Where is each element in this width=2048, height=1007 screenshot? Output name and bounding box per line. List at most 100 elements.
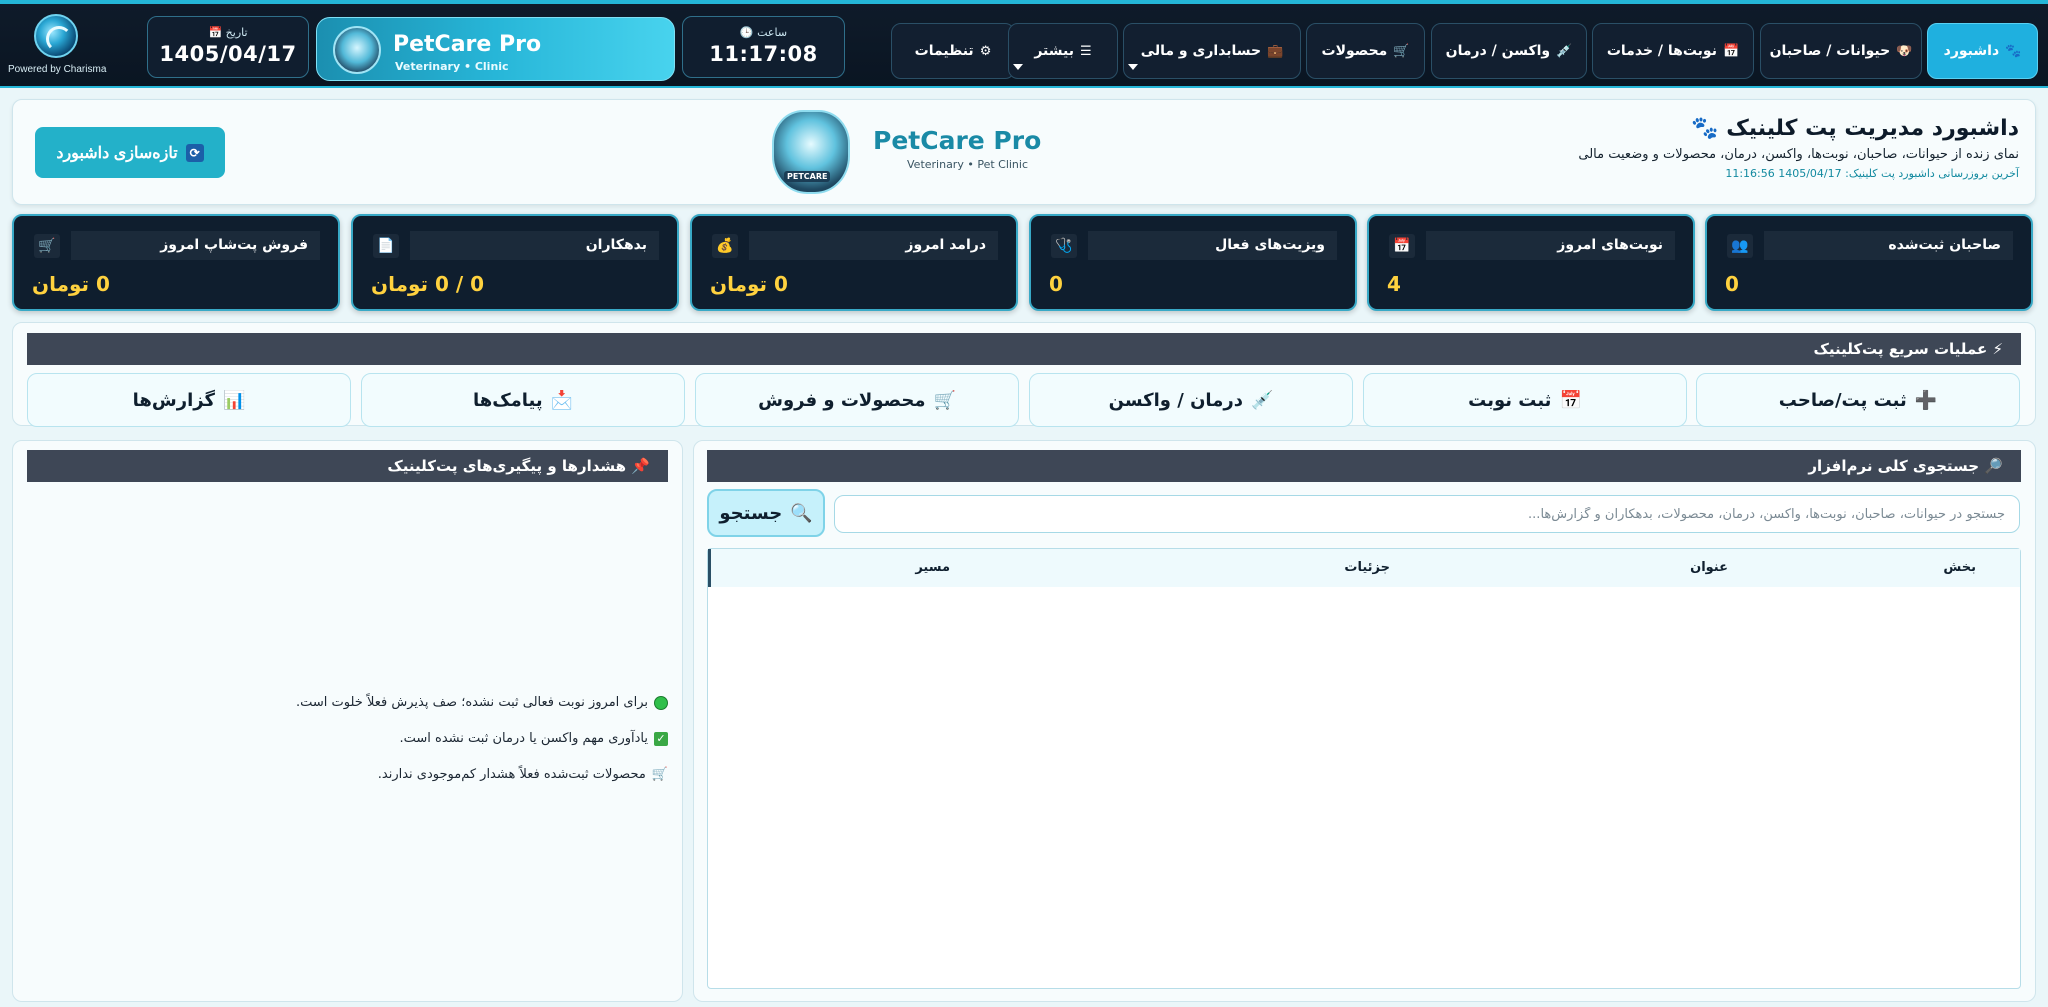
column-header-path: مسیر <box>915 560 950 575</box>
alert-text: محصولات ثبت‌شده فعلاً هشدار کم‌موجودی ند… <box>377 767 646 782</box>
reports-button[interactable]: 📊 گزارش‌ها <box>27 373 351 427</box>
header-text: داشبورد مدیریت پت کلینیک 🐾 نمای زنده از … <box>1578 116 2019 180</box>
stethoscope-icon: 🩺 <box>1051 234 1077 258</box>
center-brand-name: PetCare Pro <box>873 126 1042 155</box>
search-button[interactable]: 🔍 جستجو <box>707 489 825 537</box>
stat-card-debtors: بدهکاران 📄 0 / 0 تومان <box>351 214 679 311</box>
nav-label: واکسن / درمان <box>1445 43 1551 59</box>
nav-appointments[interactable]: 📅 نوبت‌ها / خدمات <box>1592 23 1754 79</box>
center-brand-subtitle: Veterinary • Pet Clinic <box>907 158 1029 171</box>
date-display: 📅 تاریخ 1405/04/17 <box>147 16 309 78</box>
stat-value: 0 تومان <box>710 272 788 296</box>
alert-text: برای امروز نوبت فعالی ثبت نشده؛ صف پذیرش… <box>296 695 648 710</box>
date-value: 1405/04/17 <box>159 42 297 66</box>
chevron-down-icon <box>1013 64 1023 70</box>
syringe-icon: 💉 <box>1556 43 1573 59</box>
search-icon: 🔍 <box>790 502 813 524</box>
quick-op-label: محصولات و فروش <box>758 389 926 411</box>
alerts-panel <box>12 440 683 1002</box>
nav-label: داشبورد <box>1943 43 2000 59</box>
refresh-dashboard-button[interactable]: ⟳ تازه‌سازی داشبورد <box>35 127 225 178</box>
quick-ops-title: عملیات سریع پت‌کلینیک <box>1813 340 1988 358</box>
swirl-logo-icon <box>34 14 78 58</box>
nav-accounting[interactable]: 💼 حسابداری و مالی <box>1123 23 1301 79</box>
table-header: بخش عنوان جزئیات مسیر <box>708 549 2020 587</box>
green-circle-icon <box>654 695 668 710</box>
charisma-logo: Powered by Charisma <box>8 14 107 84</box>
search-panel-title: جستجوی کلی نرم‌افزار <box>1808 457 1980 475</box>
stat-card-income: درامد امروز 💰 0 تومان <box>690 214 1018 311</box>
stat-label: صاحبان ثبت‌شده <box>1764 231 2013 260</box>
nav-label: نوبت‌ها / خدمات <box>1606 43 1717 59</box>
stat-value: 0 <box>1725 272 1739 296</box>
clock-display: 🕒 ساعت 11:17:08 <box>682 16 845 78</box>
lightning-icon: ⚡ <box>1992 340 2003 358</box>
calendar-icon: 📅 <box>208 26 223 39</box>
chevron-down-icon <box>1128 64 1138 70</box>
pin-icon: 📌 <box>631 457 650 475</box>
brand-subtitle: Veterinary • Clinic <box>395 60 509 73</box>
stat-card-petshop-sales: فروش پت‌شاپ امروز 🛒 0 تومان <box>12 214 340 311</box>
nav-label: حیوانات / صاحبان <box>1769 43 1891 59</box>
magnifier-icon: 🔎 <box>1984 457 2003 475</box>
clock-value: 11:17:08 <box>709 42 818 66</box>
nav-products[interactable]: 🛒 محصولات <box>1306 23 1425 79</box>
alert-text: یادآوری مهم واکسن یا درمان ثبت نشده است. <box>399 731 649 746</box>
powered-by-text: Powered by Charisma <box>8 64 107 75</box>
add-pet-owner-button[interactable]: ➕ ثبت پت/صاحب <box>1696 373 2020 427</box>
menu-icon: ☰ <box>1080 43 1092 59</box>
search-button-label: جستجو <box>719 502 783 524</box>
nav-more[interactable]: ☰ بیشتر <box>1008 23 1118 79</box>
global-search-input[interactable] <box>834 495 2020 533</box>
gear-icon: ⚙ <box>979 43 992 59</box>
nav-label: تنظیمات <box>914 43 974 59</box>
paw-icon: 🐾 <box>2005 43 2022 59</box>
stat-card-owners: صاحبان ثبت‌شده 👥 0 <box>1705 214 2033 311</box>
products-sales-button[interactable]: 🛒 محصولات و فروش <box>695 373 1019 427</box>
nav-label: بیشتر <box>1034 43 1074 59</box>
top-navbar: Powered by Charisma 📅 تاریخ 1405/04/17 P… <box>0 0 2048 88</box>
calendar-icon: 📅 <box>1559 389 1582 411</box>
nav-settings[interactable]: ⚙ تنظیمات <box>891 23 1015 79</box>
stat-card-appointments: نوبت‌های امروز 📅 4 <box>1367 214 1695 311</box>
money-bag-icon: 💰 <box>712 234 738 258</box>
alert-item: برای امروز نوبت فعالی ثبت نشده؛ صف پذیرش… <box>296 695 668 710</box>
clock-caption: ساعت <box>757 26 788 39</box>
calendar-icon: 📅 <box>1722 43 1740 59</box>
center-brand: PetCare Pro Veterinary • Pet Clinic <box>873 126 1041 171</box>
nav-label: حسابداری و مالی <box>1140 43 1262 59</box>
dashboard-header: ⟳ تازه‌سازی داشبورد PetCare Pro Veterina… <box>12 99 2036 205</box>
search-panel-header: 🔎 جستجوی کلی نرم‌افزار <box>707 450 2021 482</box>
stat-value: 0 <box>1049 272 1063 296</box>
petcare-logo-icon <box>333 26 381 74</box>
column-header-title: عنوان <box>1690 560 1728 575</box>
stat-label: فروش پت‌شاپ امروز <box>71 231 320 260</box>
quick-op-label: درمان / واکسن <box>1108 389 1243 411</box>
last-update-label: آخرین بروزرسانی داشبورد پت کلینیک: <box>1845 167 2019 180</box>
alerts-panel-header: 📌 هشدارها و پیگیری‌های پت‌کلینیک <box>27 450 668 482</box>
stat-card-active-visits: ویزیت‌های فعال 🩺 0 <box>1029 214 1357 311</box>
petcare-badge-logo-icon <box>772 110 850 194</box>
brand-name: PetCare Pro <box>393 32 542 57</box>
brand-card: PetCare Pro Veterinary • Clinic <box>316 17 675 81</box>
sms-button[interactable]: 📩 پیامک‌ها <box>361 373 685 427</box>
clock-icon: 🕒 <box>739 26 754 39</box>
last-update-value: 1405/04/17 11:16:56 <box>1725 167 1842 180</box>
stat-label: درامد امروز <box>749 231 998 260</box>
treatment-vaccine-button[interactable]: 💉 درمان / واکسن <box>1029 373 1353 427</box>
page-description: نمای زنده از حیوانات، صاحبان، نوبت‌ها، و… <box>1578 147 2019 162</box>
nav-dashboard[interactable]: 🐾 داشبورد <box>1927 23 2038 79</box>
page-title: داشبورد مدیریت پت کلینیک <box>1726 116 2019 141</box>
cart-icon: 🛒 <box>1393 43 1410 59</box>
nav-pets-owners[interactable]: 🐶 حیوانات / صاحبان <box>1760 23 1922 79</box>
nav-vaccine-treatment[interactable]: 💉 واکسن / درمان <box>1431 23 1587 79</box>
cart-icon: 🛒 <box>651 767 668 782</box>
column-header-details: جزئیات <box>1344 560 1390 575</box>
check-icon: ✓ <box>654 731 668 746</box>
quick-op-label: ثبت پت/صاحب <box>1778 389 1907 411</box>
add-appointment-button[interactable]: 📅 ثبت نوبت <box>1363 373 1687 427</box>
calendar-icon: 📅 <box>1389 234 1415 258</box>
stat-value: 0 تومان <box>32 272 110 296</box>
document-icon: 📄 <box>373 234 399 258</box>
stat-label: نوبت‌های امروز <box>1426 231 1675 260</box>
